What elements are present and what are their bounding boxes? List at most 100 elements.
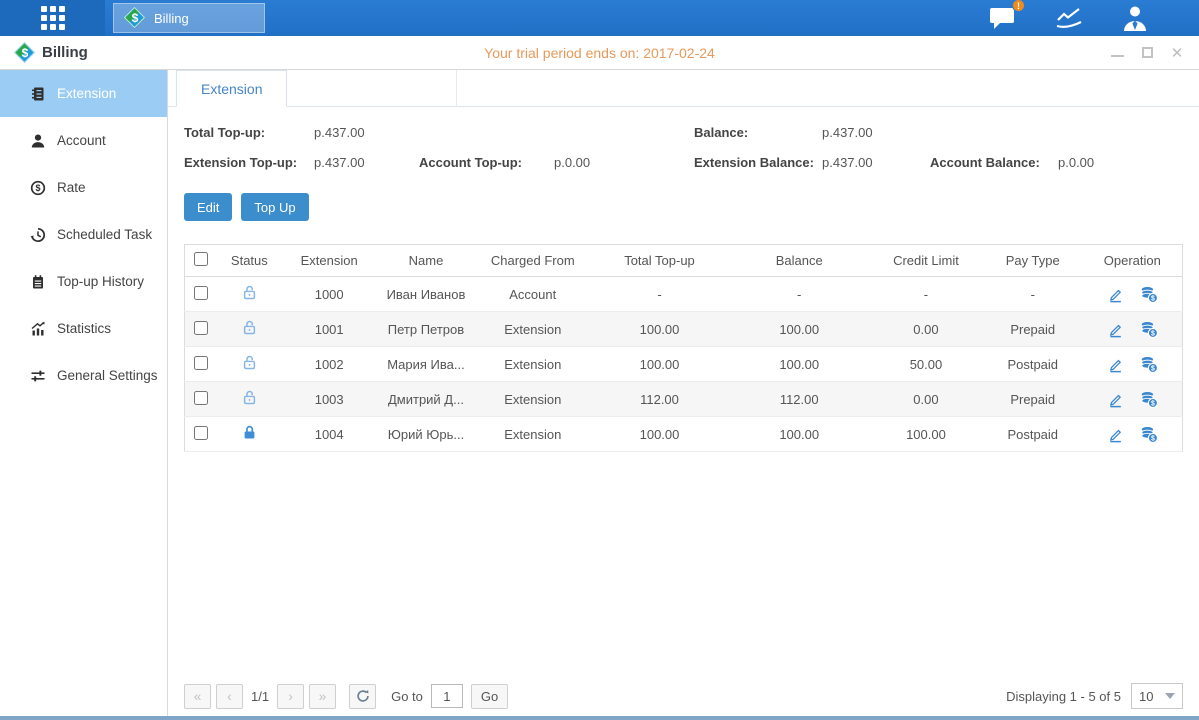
top-up-row-icon[interactable]: $ [1140,321,1158,338]
svg-text:$: $ [1151,295,1155,302]
col-balance: Balance [729,245,869,277]
balance-value: p.437.00 [822,125,930,140]
row-checkbox[interactable] [194,391,208,405]
row-checkbox[interactable] [194,356,208,370]
billing-title-icon: $ [14,42,36,64]
page-size-select[interactable]: 10 [1131,683,1183,709]
tab-extension[interactable]: Extension [176,70,287,107]
sidebar-item-topup-history[interactable]: Top-up History [0,258,167,305]
row-checkbox[interactable] [194,321,208,335]
person-icon [30,133,46,149]
chevron-down-icon [1165,693,1175,699]
desktop-topbar: $ Billing ! [0,0,1199,36]
sidebar-item-statistics[interactable]: Statistics [0,305,167,352]
top-up-button[interactable]: Top Up [241,193,308,221]
table-row[interactable]: 1003 Дмитрий Д... Extension 112.00 112.0… [185,382,1183,417]
extension-cell: 1001 [282,312,376,347]
col-charged-from: Charged From [476,245,590,277]
status-cell [216,382,282,417]
name-cell: Петр Петров [376,312,476,347]
charged-from-cell: Extension [476,347,590,382]
table-row[interactable]: 1001 Петр Петров Extension 100.00 100.00… [185,312,1183,347]
pagination-bar: « ‹ 1/1 › » Go to Go Displaying 1 - 5 of… [184,683,1183,709]
balance-cell: 100.00 [729,417,869,452]
edit-row-icon[interactable] [1107,286,1124,303]
unlocked-icon [241,319,258,336]
window-body: Extension Account $ Rate [0,70,1199,716]
minimize-button[interactable] [1109,45,1125,61]
maximize-button[interactable] [1139,45,1155,61]
balance-cell: 112.00 [729,382,869,417]
extension-balance-label: Extension Balance: [694,155,822,170]
sidebar-item-general-settings[interactable]: General Settings [0,352,167,399]
sidebar-item-rate[interactable]: $ Rate [0,164,167,211]
refresh-button[interactable] [349,684,376,709]
balance-cell: - [729,277,869,312]
table-row[interactable]: 1002 Мария Ива... Extension 100.00 100.0… [185,347,1183,382]
pay-type-cell: Prepaid [983,312,1083,347]
top-up-row-icon[interactable]: $ [1140,426,1158,443]
unlocked-icon [241,389,258,406]
edit-row-icon[interactable] [1107,321,1124,338]
total-topup-cell: 100.00 [590,417,730,452]
first-page-button[interactable]: « [184,684,211,709]
pagination-right: Displaying 1 - 5 of 5 10 [1006,683,1183,709]
sidebar-item-label: Rate [57,180,86,195]
pay-type-cell: - [983,277,1083,312]
edit-button[interactable]: Edit [184,193,232,221]
tab-strip: Extension [168,70,1199,107]
prev-page-button[interactable]: ‹ [216,684,243,709]
billing-app-window: $ Billing ! [0,0,1199,720]
last-page-button[interactable]: » [309,684,336,709]
pay-type-cell: Postpaid [983,347,1083,382]
edit-row-icon[interactable] [1107,391,1124,408]
top-up-row-icon[interactable]: $ [1140,356,1158,373]
reports-button[interactable] [1053,3,1085,33]
svg-text:$: $ [1151,400,1155,407]
operation-cell: $ [1083,417,1183,452]
edit-row-icon[interactable] [1107,426,1124,443]
taskbar-item-billing[interactable]: $ Billing [113,3,265,33]
extension-topup-value: p.437.00 [314,155,419,170]
total-topup-label: Total Top-up: [184,125,314,140]
row-select-cell [185,382,217,417]
total-topup-cell: 112.00 [590,382,730,417]
notifications-button[interactable]: ! [987,3,1019,33]
window-title: $ Billing [14,42,88,64]
balance-cell: 100.00 [729,312,869,347]
goto-page-input[interactable] [431,684,463,708]
table-row[interactable]: 1000 Иван Иванов Account - - - - $ [185,277,1183,312]
col-status: Status [216,245,282,277]
row-checkbox[interactable] [194,286,208,300]
col-credit-limit: Credit Limit [869,245,983,277]
col-name: Name [376,245,476,277]
extension-cell: 1003 [282,382,376,417]
operation-cell: $ [1083,312,1183,347]
edit-row-icon[interactable] [1107,356,1124,373]
close-button[interactable]: ✕ [1169,45,1185,61]
user-menu-button[interactable] [1119,3,1151,33]
sidebar-item-scheduled-task[interactable]: Scheduled Task [0,211,167,258]
next-page-button[interactable]: › [277,684,304,709]
select-all-checkbox[interactable] [194,252,208,266]
status-cell [216,347,282,382]
col-pay-type: Pay Type [983,245,1083,277]
dollar-circle-icon: $ [30,180,46,196]
table-row[interactable]: 1004 Юрий Юрь... Extension 100.00 100.00… [185,417,1183,452]
line-chart-icon [1054,4,1084,32]
sidebar-item-label: General Settings [57,368,158,383]
row-checkbox[interactable] [194,426,208,440]
svg-text:$: $ [35,183,40,193]
svg-text:$: $ [1151,330,1155,337]
total-topup-cell: 100.00 [590,347,730,382]
top-up-row-icon[interactable]: $ [1140,391,1158,408]
sidebar-item-extension[interactable]: Extension [0,70,167,117]
top-up-row-icon[interactable]: $ [1140,286,1158,303]
col-operation: Operation [1083,245,1183,277]
sidebar-item-account[interactable]: Account [0,117,167,164]
apps-menu-button[interactable] [0,0,105,36]
account-topup-value: p.0.00 [554,155,694,170]
go-button[interactable]: Go [471,684,508,709]
refresh-icon [356,689,370,703]
sidebar: Extension Account $ Rate [0,70,168,716]
